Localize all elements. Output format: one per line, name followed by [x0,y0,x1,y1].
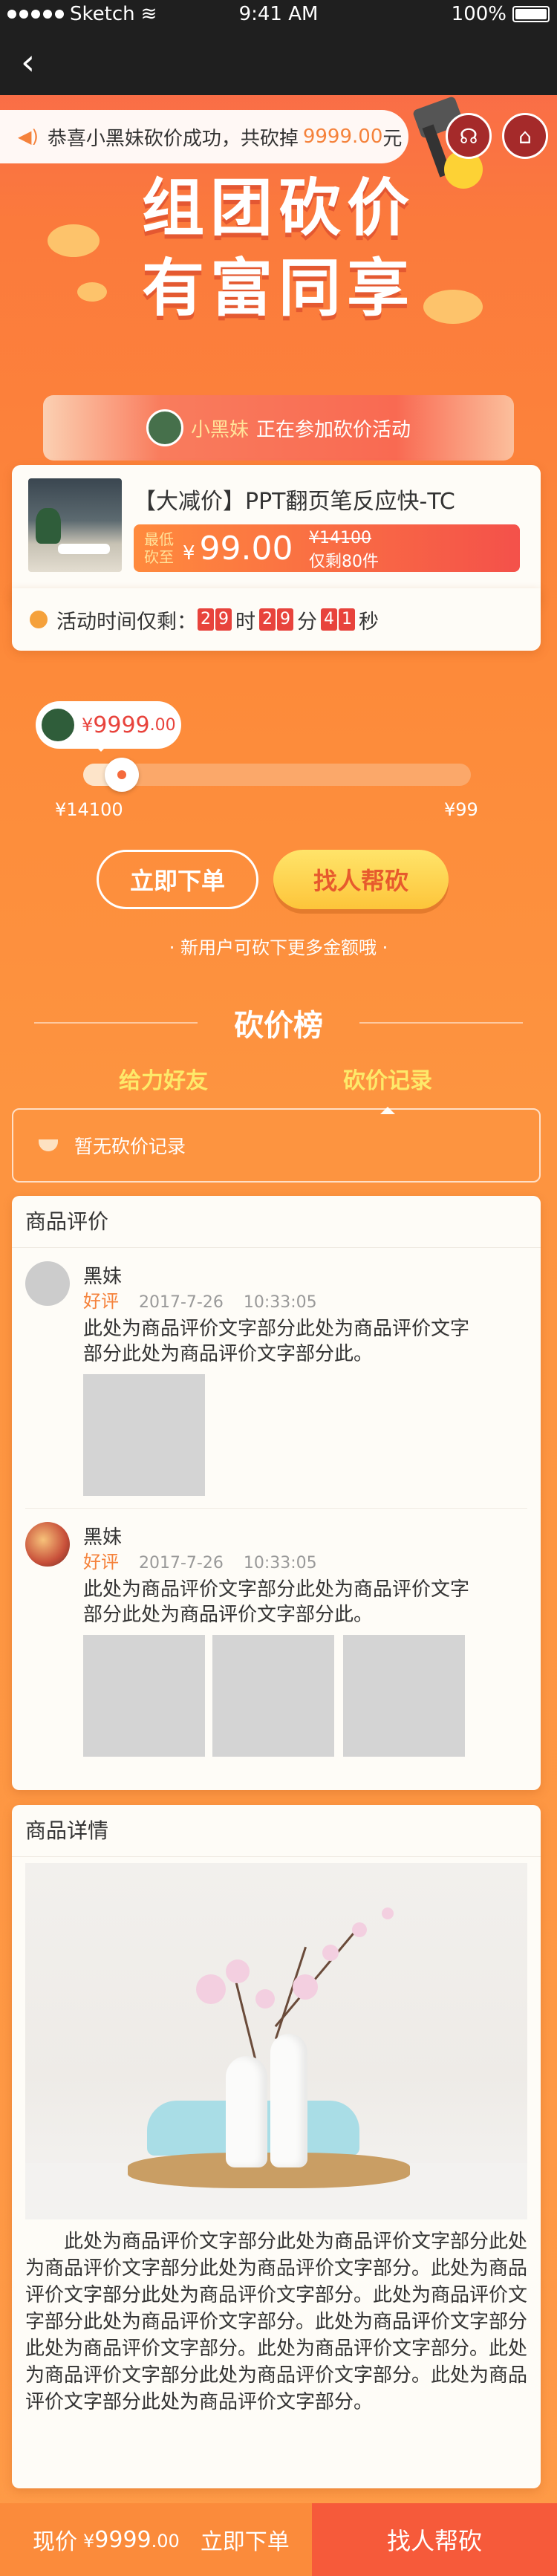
reviews-section: 商品评价 黑妹 好评 2017-7-26 10:33:05 此处为商品评价文字部… [12,1196,541,1790]
current-price-bubble: ¥ 9999 .00 [36,701,181,752]
avatar [25,1261,70,1306]
reviewer-name: 黑妹 [83,1266,123,1288]
customer-service-icon[interactable]: ☊ [446,113,492,159]
second-digit: 1 [339,608,355,631]
review-text: 此处为商品评价文字部分此处为商品评价文字部分此处为商品评价文字部分此。 [83,1318,470,1365]
details-title: 商品详情 [12,1805,541,1857]
notice-unit: 元 [382,127,403,150]
product-image [28,478,122,572]
reviews-title: 商品评价 [12,1196,541,1248]
empty-text: 暂无砍价记录 [74,1136,186,1157]
hero-title: 组团砍价 有富同享 [0,168,557,328]
participant-banner: 小黑妹 正在参加砍价活动 [43,395,514,461]
review-item: 黑妹 好评 2017-7-26 10:33:05 此处为商品评价文字部分此处为商… [12,1248,541,1508]
hour-digit: 9 [215,608,232,631]
original-price: ¥14100 [309,529,371,547]
avatar [25,1522,70,1567]
second-unit: 秒 [359,610,379,634]
nav-bar: ‹ [0,30,557,95]
buy-now-label: 立即下单 [200,2529,290,2555]
review-meta: 好评 2017-7-26 10:33:05 [83,1287,317,1313]
lowest-label: 最低 砍至 [144,530,174,566]
empty-icon [39,1139,58,1151]
find-help-button[interactable]: 找人帮砍 [273,850,449,909]
hero-line-2: 有富同享 [141,252,415,325]
progress-max-label: ¥99 [444,799,478,820]
current-price: ¥9999.00 [83,2526,180,2553]
progress-track [83,764,471,786]
battery-percent: 100% [451,3,506,25]
bottom-bar: 现价 ¥9999.00 立即下单 找人帮砍 [0,2503,557,2576]
review-meta: 好评 2017-7-26 10:33:05 [83,1547,317,1573]
buy-now-button[interactable]: 立即下单 [97,850,258,909]
product-card[interactable]: 【大减价】PPT翻页笔反应快-TC 最低 砍至 ¥99.00 ¥14100 仅剩… [12,465,541,606]
hour-unit: 时 [235,610,255,634]
second-digit: 4 [321,608,337,631]
clock-icon [30,611,48,628]
reviewer-name: 黑妹 [83,1526,123,1549]
battery-icon [512,6,550,22]
countdown: 活动时间仅剩： 29 时 29 分 41 秒 [12,588,541,651]
participant-name: 小黑妹 [190,418,249,441]
success-notice: ◀) 恭喜小黑妹砍价成功，共砍掉 9999.00 元 [0,110,408,163]
participant-text: 正在参加砍价活动 [256,418,411,441]
avatar [146,409,183,446]
review-text: 此处为商品评价文字部分此处为商品评价文字部分此处为商品评价文字部分此。 [83,1578,470,1626]
minute-digit: 2 [259,608,276,631]
bubble-decimal: .00 [149,715,176,735]
progress-thumb [104,758,139,792]
rating-label: 好评 [83,1552,119,1572]
ranking-title: 砍价榜 [234,1009,323,1043]
stock-count: 仅剩80件 [309,553,379,571]
review-image[interactable] [83,1374,205,1496]
buy-now-bottom-button[interactable]: 现价 ¥9999.00 立即下单 [0,2503,312,2576]
bubble-currency: ¥ [82,715,94,735]
battery-group: 100% [452,3,550,25]
rating-label: 好评 [83,1291,119,1312]
notice-text: 恭喜小黑妹砍价成功，共砍掉 [47,127,299,150]
progress-min-label: ¥14100 [55,799,123,820]
bubble-value: 9999 [93,712,150,738]
countdown-label: 活动时间仅剩： [56,610,197,634]
minute-unit: 分 [297,610,317,634]
minute-digit: 9 [277,608,293,631]
details-section: 商品详情 此处为商品评价文字部分此处为商品评价文字部分此处为商品评价文字部分此处… [12,1805,541,2488]
avatar [40,707,76,743]
review-image[interactable] [343,1635,465,1757]
price-bar: 最低 砍至 ¥99.00 ¥14100 仅剩80件 [134,524,520,572]
product-title: 【大减价】PPT翻页笔反应快-TC [134,489,455,515]
review-date: 2017-7-26 [139,1293,224,1312]
new-user-tip: · 新用户可砍下更多金额哦 · [169,937,388,958]
review-time: 10:33:05 [243,1554,317,1572]
current-price-label: 现价 [33,2529,77,2555]
empty-records: 暂无砍价记录 [12,1108,541,1183]
status-bar: Sketch ≋ 9:41 AM 100% [0,0,557,30]
review-time: 10:33:05 [243,1293,317,1312]
find-help-bottom-button[interactable]: 找人帮砍 [312,2503,557,2576]
detail-image [25,1863,527,2219]
notice-amount: 9999.00 [302,126,383,148]
tab-records[interactable]: 砍价记录 [343,1062,432,1095]
bargain-price: ¥99.00 [183,530,293,567]
speaker-icon: ◀) [18,126,39,147]
review-image[interactable] [212,1635,334,1757]
review-image[interactable] [83,1635,205,1757]
tab-friends[interactable]: 给力好友 [119,1062,208,1095]
hero-line-1: 组团砍价 [141,172,415,244]
review-item: 黑妹 好评 2017-7-26 10:33:05 此处为商品评价文字部分此处为商… [12,1509,541,1769]
hour-digit: 2 [198,608,214,631]
review-date: 2017-7-26 [139,1554,224,1572]
back-arrow-icon[interactable]: ‹ [21,43,59,82]
shop-icon[interactable]: ⌂ [502,113,548,159]
details-text: 此处为商品评价文字部分此处为商品评价文字部分此处为商品评价文字部分此处为商品评价… [25,2231,528,2413]
